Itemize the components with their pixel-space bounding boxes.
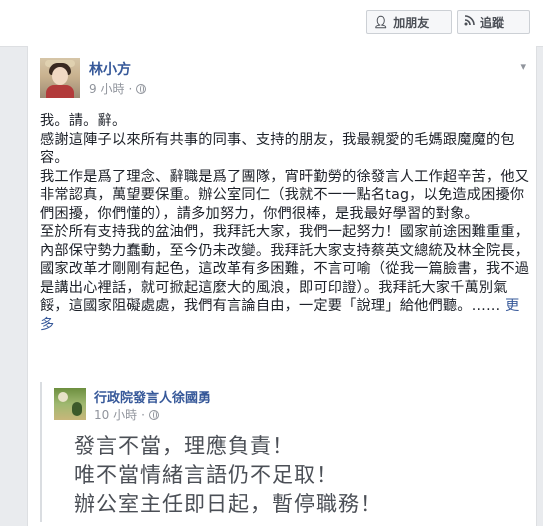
post-paragraph: 感謝這陣子以來所有共事的同事、支持的朋友，我最親愛的毛媽跟魔魔的包容。 (40, 131, 515, 167)
shared-author-avatar[interactable] (54, 388, 86, 420)
shared-line: 唯不當情緒言語仍不足取！ (74, 463, 338, 487)
post-paragraph-text: 至於所有支持我的盆油們，我拜託大家，我們一起努力！國家前途困難重重，內部保守勢力… (40, 224, 530, 314)
globe-icon (148, 409, 159, 420)
post-paragraph-last: 至於所有支持我的盆油們，我拜託大家，我們一起努力！國家前途困難重重，內部保守勢力… (40, 223, 532, 334)
post-paragraph: 我。請。辭。 (40, 113, 127, 129)
post-timestamp[interactable]: 9 小時 (89, 80, 124, 97)
top-action-bar: 👤︎ 加朋友 追蹤 (0, 0, 543, 47)
post-body: 我。請。辭。 感謝這陣子以來所有共事的同事、支持的朋友，我最親愛的毛媽跟魔魔的包… (40, 112, 532, 334)
rss-icon (464, 15, 475, 29)
follow-label: 追蹤 (480, 15, 505, 30)
add-friend-button[interactable]: 👤︎ 加朋友 (366, 10, 452, 34)
shared-timestamp[interactable]: 10 小時 (94, 406, 137, 423)
post-paragraph: 我工作是爲了理念、辭職是爲了團隊，宵旰勤勞的徐發言人工作超辛苦，他又非常認真，萬… (40, 168, 530, 222)
meta-separator: · (141, 407, 145, 422)
follow-button[interactable]: 追蹤 (457, 10, 530, 34)
globe-icon (136, 83, 147, 94)
chevron-down-icon[interactable]: ▾ (520, 60, 526, 73)
meta-separator: · (128, 81, 133, 96)
shared-line: 辦公室主任即日起，暫停職務！ (74, 492, 382, 516)
add-person-icon: 👤︎ (373, 15, 389, 29)
shared-post[interactable]: 行政院發言人徐國勇 10 小時 · 發言不當，理應負責！ 唯不當情緒言語仍不足取… (40, 382, 524, 522)
author-avatar[interactable] (40, 58, 80, 98)
post-card: 林小方 9 小時 · ▾ 我。請。辭。 感謝這陣子以來所有共事的同事、支持的朋友… (27, 46, 537, 526)
shared-post-text: 發言不當，理應負責！ 唯不當情緒言語仍不足取！ 辦公室主任即日起，暫停職務！ (74, 432, 514, 519)
shared-meta: 10 小時 · (94, 406, 159, 423)
post-meta: 9 小時 · (89, 80, 147, 97)
post-author-name[interactable]: 林小方 (89, 59, 131, 79)
shared-author-name[interactable]: 行政院發言人徐國勇 (94, 387, 211, 406)
add-friend-label: 加朋友 (393, 15, 430, 30)
shared-line: 發言不當，理應負責！ (74, 434, 294, 458)
